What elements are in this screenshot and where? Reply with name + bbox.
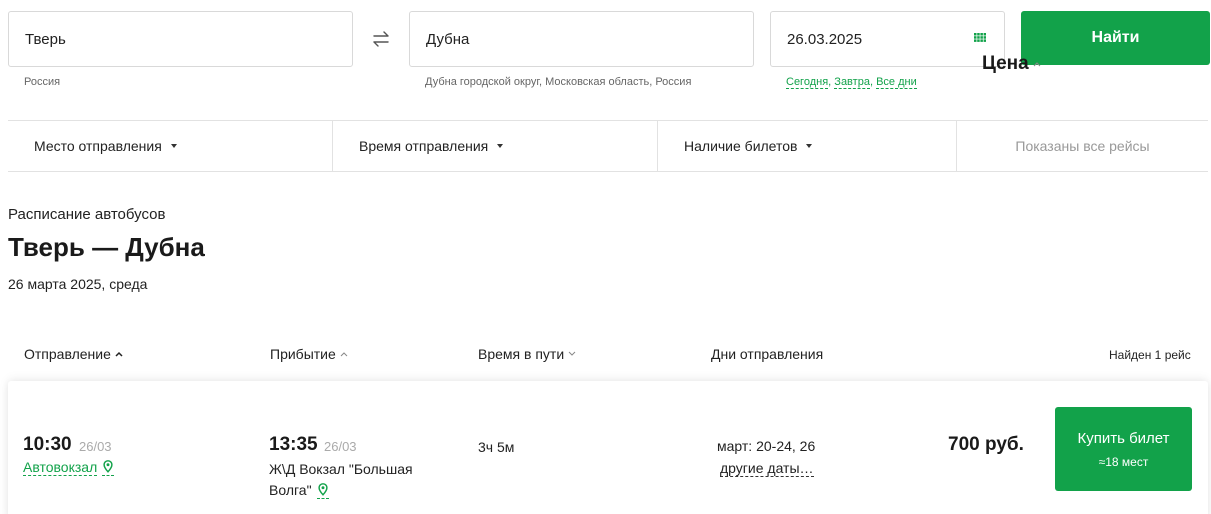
swap-arrows-icon[interactable] — [371, 29, 391, 49]
filter-departure-time[interactable]: Время отправления — [333, 121, 658, 171]
arrival-time: 13:35 — [269, 434, 318, 455]
caret-down-icon — [170, 144, 177, 148]
to-input-value: Дубна — [426, 30, 470, 48]
column-days-label: Дни отправления — [711, 346, 824, 362]
departure-date: 26/03 — [79, 439, 112, 454]
departure-days: март: 20-24, 26 — [717, 438, 816, 454]
map-pin-icon[interactable] — [102, 459, 115, 476]
departure-time: 10:30 — [23, 434, 72, 455]
filter-status: Показаны все рейсы — [1015, 138, 1150, 154]
date-input[interactable]: 26.03.2025 — [770, 11, 1005, 67]
to-region: Дубна городской округ, Московская област… — [425, 76, 692, 88]
trip-price: 700 руб. — [948, 434, 1024, 455]
column-price-label: Цена — [982, 53, 1029, 74]
seats-available: ≈18 мест — [1098, 454, 1149, 469]
filter-departure-place-label: Место отправления — [34, 138, 162, 154]
column-departure[interactable]: Отправление — [24, 346, 123, 362]
route-date: 26 марта 2025, среда — [8, 276, 148, 292]
date-link-today[interactable]: Сегодня — [786, 76, 829, 89]
date-input-value: 26.03.2025 — [787, 30, 863, 48]
found-count: Найден 1 рейс — [1109, 348, 1191, 362]
column-duration[interactable]: Время в пути — [478, 346, 576, 362]
filter-departure-time-label: Время отправления — [359, 138, 489, 154]
column-duration-label: Время в пути — [478, 346, 565, 362]
map-pin-icon[interactable] — [316, 483, 329, 500]
date-link-tomorrow[interactable]: Завтра — [834, 76, 870, 89]
chevron-down-icon — [568, 351, 576, 356]
chevron-up-icon — [115, 351, 123, 357]
caret-down-icon — [806, 144, 813, 148]
find-button[interactable]: Найти — [1021, 11, 1210, 65]
filters-bar: Место отправления Время отправления Нали… — [8, 120, 1208, 172]
date-quick-links: Сегодня, Завтра, Все дни — [786, 76, 917, 89]
chevron-up-icon — [340, 352, 348, 357]
page-title: Тверь — Дубна — [8, 232, 205, 262]
arrival-station-label: Ж\Д Вокзал "Большая Волга" — [269, 461, 413, 498]
filter-tickets[interactable]: Наличие билетов — [658, 121, 957, 171]
column-arrival[interactable]: Прибытие — [270, 346, 348, 362]
column-arrival-label: Прибытие — [270, 346, 336, 362]
buy-ticket-label: Купить билет — [1077, 429, 1170, 447]
column-departure-label: Отправление — [24, 346, 111, 362]
buy-ticket-button[interactable]: Купить билет ≈18 мест — [1055, 407, 1192, 491]
trip-duration: 3ч 5м — [478, 439, 515, 455]
filter-tickets-label: Наличие билетов — [684, 138, 798, 154]
other-dates-link[interactable]: другие даты… — [720, 460, 814, 477]
arrival-date: 26/03 — [324, 439, 357, 454]
calendar-icon[interactable] — [974, 33, 986, 45]
to-input[interactable]: Дубна — [409, 11, 754, 67]
departure-station[interactable]: Автовокзал — [23, 459, 115, 476]
chevron-up-icon — [1033, 62, 1041, 67]
schedule-label: Расписание автобусов — [8, 206, 166, 223]
from-input[interactable]: Тверь — [8, 11, 353, 67]
caret-down-icon — [497, 144, 504, 148]
column-days: Дни отправления — [711, 346, 823, 362]
date-link-all-days[interactable]: Все дни — [876, 76, 917, 89]
departure-station-label: Автовокзал — [23, 459, 98, 476]
arrival-station[interactable]: Ж\Д Вокзал "Большая Волга" — [269, 459, 429, 501]
column-price[interactable]: Цена — [982, 53, 1041, 75]
from-region: Россия — [24, 76, 61, 88]
from-input-value: Тверь — [25, 30, 66, 48]
filter-departure-place[interactable]: Место отправления — [8, 121, 333, 171]
table-row: 10:30 26/03 Автовокзал 13:35 26/03 Ж\Д В… — [8, 381, 1208, 514]
